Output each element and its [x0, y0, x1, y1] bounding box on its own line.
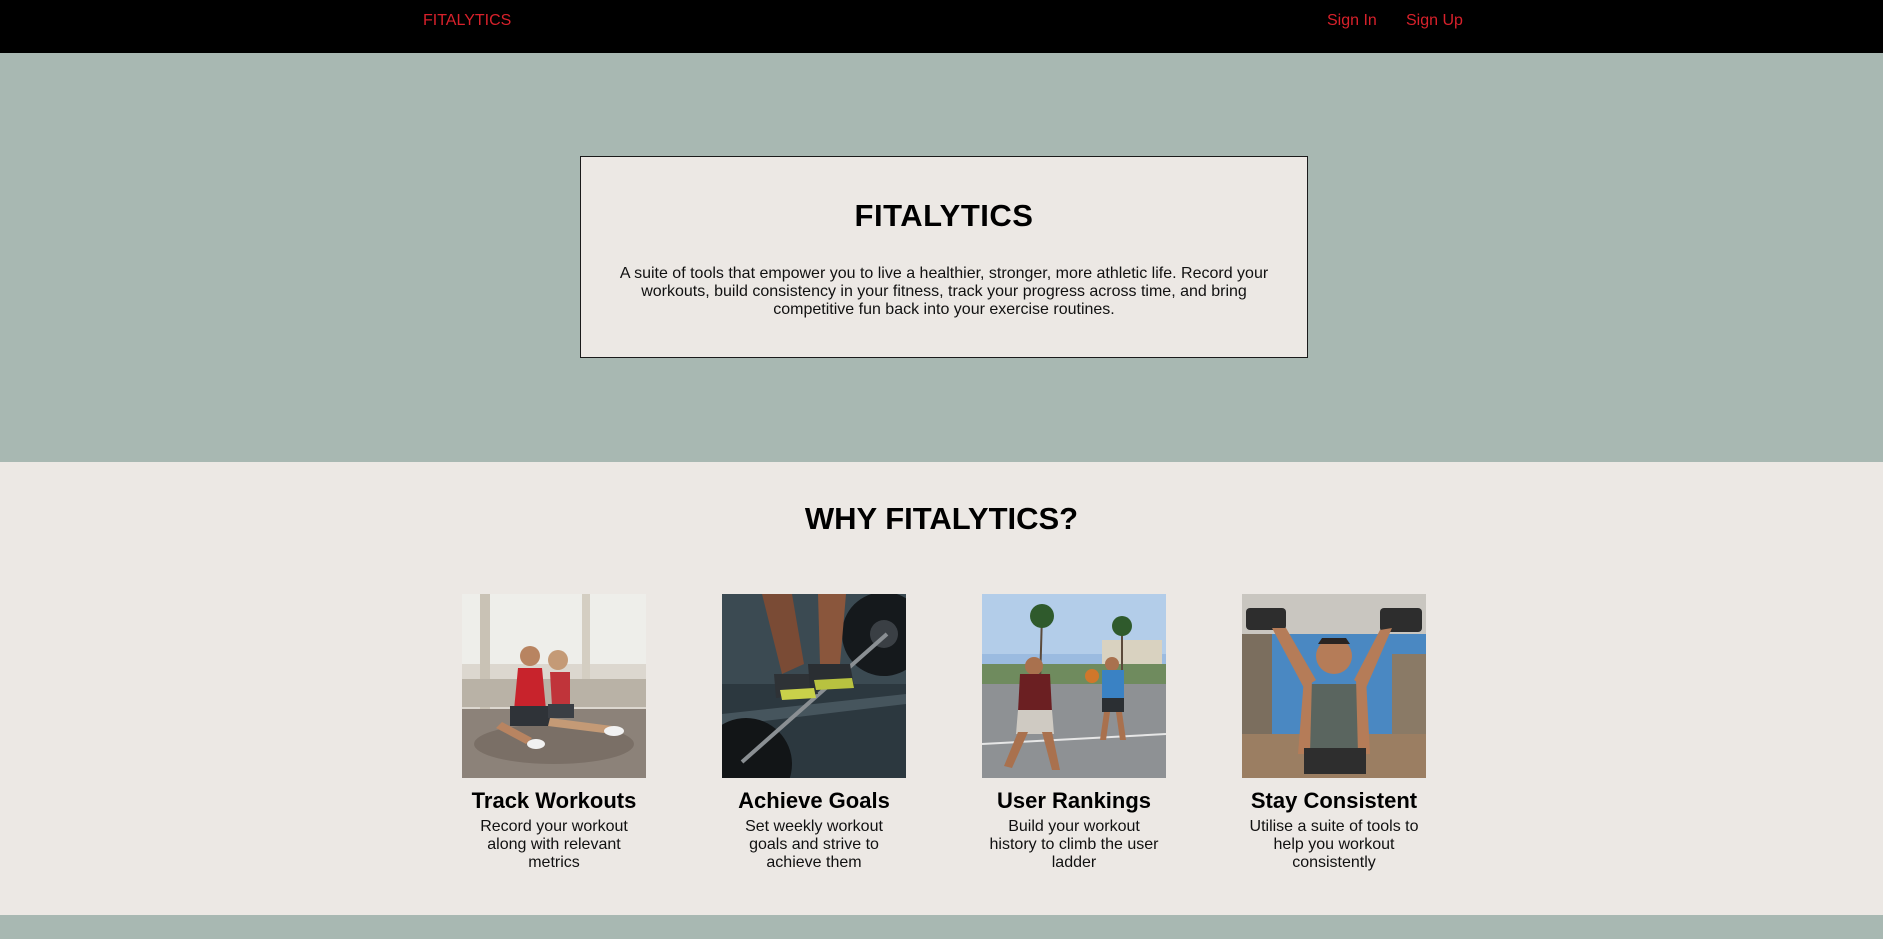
- top-navbar: FITALYTICS Sign In Sign Up: [0, 0, 1883, 53]
- barbell-deadlift-photo: [722, 594, 906, 778]
- why-title: WHY FITALYTICS?: [804, 501, 1079, 536]
- feature-card-stay-consistent: Stay Consistent Utilise a suite of tools…: [1242, 594, 1426, 872]
- feature-card-track-workouts: Track Workouts Record your workout along…: [462, 594, 646, 872]
- feature-card-user-rankings: User Rankings Build your workout history…: [982, 594, 1166, 872]
- feature-title: Stay Consistent: [1250, 788, 1418, 813]
- hero-section: FITALYTICS A suite of tools that empower…: [0, 53, 1883, 462]
- feature-card-achieve-goals: Achieve Goals Set weekly workout goals a…: [722, 594, 906, 872]
- hero-title: FITALYTICS: [854, 198, 1034, 233]
- hero-card: FITALYTICS A suite of tools that empower…: [580, 156, 1308, 358]
- brand-link[interactable]: FITALYTICS: [423, 12, 511, 30]
- feature-description: Build your workout history to climb the …: [989, 818, 1159, 871]
- why-section: WHY FITALYTICS? Track Workouts Record yo…: [0, 462, 1883, 915]
- footer-strip: [0, 915, 1883, 939]
- couple-resting-photo: [462, 594, 646, 778]
- feature-title: Track Workouts: [471, 788, 637, 813]
- feature-title: User Rankings: [996, 788, 1152, 813]
- feature-description: Set weekly workout goals and strive to a…: [745, 818, 883, 871]
- feature-title: Achieve Goals: [738, 788, 890, 813]
- dumbbell-press-photo: [1242, 594, 1426, 778]
- hero-description: A suite of tools that empower you to liv…: [619, 265, 1269, 318]
- street-basketball-photo: [982, 594, 1166, 778]
- feature-description: Utilise a suite of tools to help you wor…: [1249, 818, 1419, 871]
- feature-description: Record your workout along with relevant …: [480, 818, 628, 871]
- sign-in-link[interactable]: Sign In: [1327, 12, 1377, 30]
- sign-up-link[interactable]: Sign Up: [1406, 12, 1463, 30]
